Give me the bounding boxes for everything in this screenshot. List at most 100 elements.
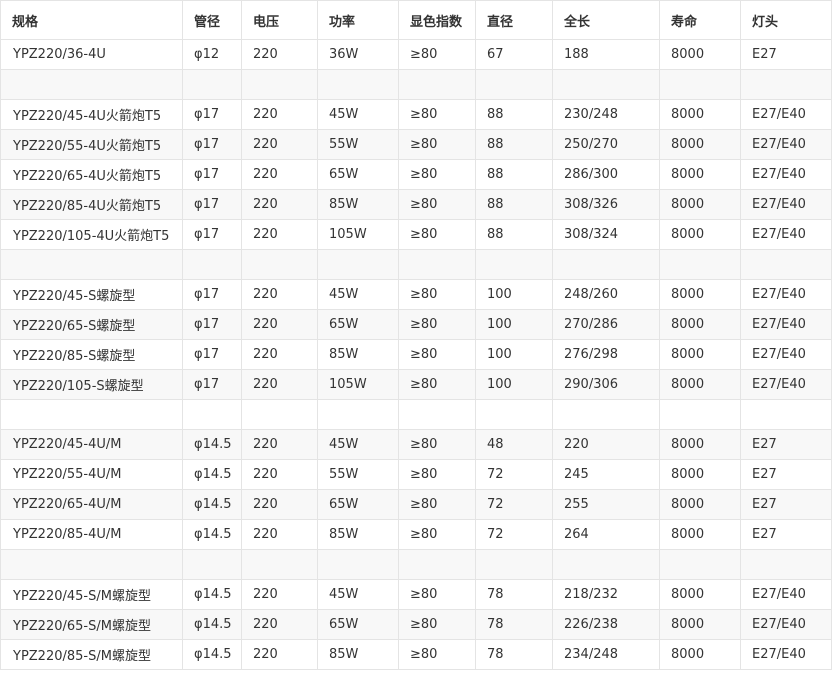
table-spacer-row [0, 249, 832, 280]
column-header-diameter: 直径 [475, 0, 553, 40]
table-cell: 220 [241, 129, 318, 160]
table-cell [182, 69, 242, 100]
table-cell [475, 249, 553, 280]
table-cell: 248/260 [552, 279, 660, 310]
table-cell: φ17 [182, 159, 242, 190]
table-cell [317, 69, 399, 100]
table-cell: 8000 [659, 579, 741, 610]
table-cell: 45W [317, 429, 399, 460]
table-cell: 45W [317, 579, 399, 610]
table-cell [398, 249, 476, 280]
table-cell: 88 [475, 219, 553, 250]
table-cell [740, 549, 832, 580]
table-cell: 220 [241, 639, 318, 670]
table-cell: φ17 [182, 279, 242, 310]
table-cell [182, 549, 242, 580]
table-spacer-row [0, 549, 832, 580]
table-cell: 78 [475, 609, 553, 640]
table-cell: φ14.5 [182, 459, 242, 490]
table-cell: E27/E40 [740, 369, 832, 400]
table-cell: 220 [241, 369, 318, 400]
table-cell: ≥80 [398, 489, 476, 520]
table-row: YPZ220/45-4U火箭炮T5 φ17 220 45W ≥80 88 230/248 80… [0, 99, 832, 130]
table-cell: 220 [241, 489, 318, 520]
table-cell: 8000 [659, 309, 741, 340]
table-cell: 220 [241, 429, 318, 460]
table-cell: 220 [241, 279, 318, 310]
table-cell: φ14.5 [182, 609, 242, 640]
table-cell: 65W [317, 609, 399, 640]
table-cell: ≥80 [398, 39, 476, 70]
table-cell: 78 [475, 639, 553, 670]
table-cell: ≥80 [398, 369, 476, 400]
table-cell: 220 [241, 189, 318, 220]
table-cell [0, 69, 183, 100]
table-cell [241, 549, 318, 580]
table-cell: 85W [317, 519, 399, 550]
table-cell: 245 [552, 459, 660, 490]
table-body: YPZ220/36-4U φ12 220 36W ≥80 67 188 8000 E27 YPZ2… [0, 39, 832, 670]
table-cell [317, 549, 399, 580]
table-cell: 85W [317, 189, 399, 220]
table-cell: 220 [241, 99, 318, 130]
table-cell: 8000 [659, 159, 741, 190]
table-cell: 67 [475, 39, 553, 70]
table-cell: φ17 [182, 369, 242, 400]
table-cell: 45W [317, 279, 399, 310]
column-header-cri: 显色指数 [398, 0, 476, 40]
table-cell: 78 [475, 579, 553, 610]
table-cell: YPZ220/85-4U/M [0, 519, 183, 550]
table-cell: 48 [475, 429, 553, 460]
table-cell: ≥80 [398, 189, 476, 220]
lamp-spec-table: 规格 管径 电压 功率 显色指数 直径 全长 寿命 灯头 YPZ220/36-4U φ12 220 3… [0, 0, 832, 670]
table-cell: 8000 [659, 189, 741, 220]
table-cell: E27/E40 [740, 129, 832, 160]
table-cell: 220 [241, 339, 318, 370]
table-cell: YPZ220/65-4U/M [0, 489, 183, 520]
table-cell: ≥80 [398, 279, 476, 310]
table-cell: φ14.5 [182, 429, 242, 460]
column-header-lifetime: 寿命 [659, 0, 741, 40]
column-header-power: 功率 [317, 0, 399, 40]
table-cell: 65W [317, 159, 399, 190]
table-cell: 8000 [659, 129, 741, 160]
table-cell: 105W [317, 369, 399, 400]
table-cell: E27/E40 [740, 99, 832, 130]
table-cell: ≥80 [398, 519, 476, 550]
column-header-voltage: 电压 [241, 0, 318, 40]
table-cell: 8000 [659, 639, 741, 670]
table-row: YPZ220/65-4U火箭炮T5 φ17 220 65W ≥80 88 286/300 80… [0, 159, 832, 190]
table-cell: 308/326 [552, 189, 660, 220]
table-cell: YPZ220/45-4U火箭炮T5 [0, 99, 183, 130]
table-cell [475, 399, 553, 430]
table-cell: 72 [475, 519, 553, 550]
table-cell: YPZ220/85-S/M螺旋型 [0, 639, 183, 670]
table-cell: 100 [475, 369, 553, 400]
table-row: YPZ220/105-S螺旋型 φ17 220 105W ≥80 100 290/306 80… [0, 369, 832, 400]
table-cell [182, 249, 242, 280]
table-row: YPZ220/65-S螺旋型 φ17 220 65W ≥80 100 270/286 8000… [0, 309, 832, 340]
table-cell: ≥80 [398, 459, 476, 490]
table-cell: E27 [740, 519, 832, 550]
table-cell: 8000 [659, 339, 741, 370]
table-cell: 270/286 [552, 309, 660, 340]
table-cell: YPZ220/85-4U火箭炮T5 [0, 189, 183, 220]
table-cell: 88 [475, 99, 553, 130]
table-cell: φ17 [182, 129, 242, 160]
table-cell: φ12 [182, 39, 242, 70]
table-row: YPZ220/85-4U/M φ14.5 220 85W ≥80 72 264 8000 E27 [0, 519, 832, 550]
table-cell: YPZ220/65-S螺旋型 [0, 309, 183, 340]
table-cell [659, 69, 741, 100]
table-cell: 220 [241, 219, 318, 250]
table-cell: 220 [241, 519, 318, 550]
table-cell: 105W [317, 219, 399, 250]
table-cell: 72 [475, 489, 553, 520]
table-row: YPZ220/55-4U/M φ14.5 220 55W ≥80 72 245 8000 E27 [0, 459, 832, 490]
table-cell: 100 [475, 339, 553, 370]
table-cell: YPZ220/45-S/M螺旋型 [0, 579, 183, 610]
column-header-tube-diameter: 管径 [182, 0, 242, 40]
table-cell: 100 [475, 279, 553, 310]
table-row: YPZ220/45-S螺旋型 φ17 220 45W ≥80 100 248/260 8000… [0, 279, 832, 310]
table-cell: 218/232 [552, 579, 660, 610]
table-cell: YPZ220/105-4U火箭炮T5 [0, 219, 183, 250]
